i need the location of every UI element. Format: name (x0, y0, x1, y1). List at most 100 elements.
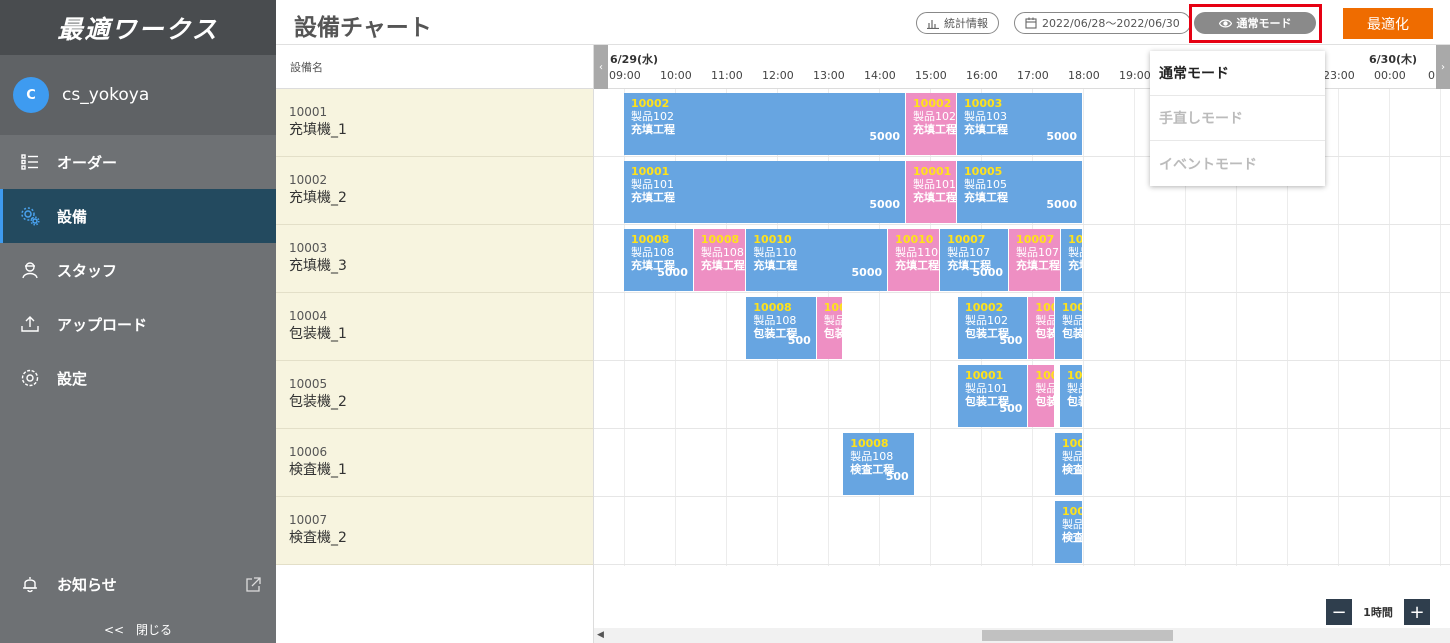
gear-icon (20, 206, 40, 226)
page-title: 設備チャート (294, 15, 432, 41)
schedule-block[interactable]: 10001 製品101 包装工程 500 (958, 365, 1028, 427)
schedule-block[interactable]: 10002 製品102 包装工程 500 (958, 297, 1028, 359)
hour-label: 14:00 (864, 69, 896, 82)
optimize-button[interactable]: 最適化 (1343, 8, 1433, 39)
machine-row[interactable]: 10003 充填機_3 (276, 225, 593, 293)
mode-option-normal[interactable]: 通常モード (1150, 51, 1325, 96)
block-product: 製品108 (631, 246, 674, 259)
block-step: 充填工程 (631, 123, 675, 136)
block-order: 10005 (1067, 369, 1082, 382)
horizontal-scrollbar[interactable]: ◀ (594, 628, 1450, 643)
schedule-block[interactable]: 10001 製品101 充填工程 (906, 161, 957, 223)
schedule-block[interactable]: 10002製品102包装工程 (1028, 297, 1054, 359)
schedule-block[interactable]: 10001 製品101 充填工程 5000 (624, 161, 906, 223)
machine-id: 10004 (289, 309, 328, 323)
schedule-block[interactable]: 10007 製品107 充填工程 (1009, 229, 1061, 291)
machine-row[interactable]: 10007 検査機_2 (276, 497, 593, 565)
sidebar-item-label: アップロード (57, 315, 148, 334)
hour-label: 23:00 (1323, 69, 1355, 82)
schedule-block[interactable]: 10007 製品107 充填工程 5000 (940, 229, 1009, 291)
block-quantity: 5000 (1046, 130, 1077, 143)
block-product: 製品110 (753, 246, 797, 259)
date-label: 6/29(水) (610, 53, 659, 66)
avatar[interactable]: C (13, 77, 49, 113)
settings-icon (20, 368, 40, 388)
hour-label: 17:00 (1017, 69, 1049, 82)
schedule-block[interactable]: 10008製品108包装工程 (816, 297, 843, 359)
block-step: 充填工程 (895, 259, 940, 272)
schedule-block[interactable]: 10003 製品103 充填工程 5000 (957, 93, 1082, 155)
zoom-in-button[interactable]: + (1404, 599, 1430, 625)
sidebar-item-notice[interactable]: お知らせ (0, 557, 276, 611)
sidebar-item-equipment[interactable]: 設備 (0, 189, 276, 243)
collapse-sidebar-button[interactable]: << 閉じる (0, 615, 276, 643)
block-step: 充填工程 (700, 259, 745, 272)
machine-id: 10001 (289, 105, 328, 119)
schedule-block[interactable]: 10002 製品102 充填工程 (906, 93, 957, 155)
machine-name: 包装機_2 (289, 394, 347, 410)
machine-name: 検査機_2 (289, 530, 347, 546)
mode-button[interactable]: 通常モード (1194, 12, 1316, 34)
block-order: 10001 (1035, 369, 1054, 382)
schedule-block[interactable]: 10002 製品102 充填工程 5000 (624, 93, 906, 155)
block-step: 検査工程 (1061, 463, 1082, 476)
scroll-left-arrow[interactable]: ‹ (594, 45, 608, 89)
block-product: 製品108 (700, 246, 744, 259)
schedule-block[interactable]: 10005 製品105 充填工程 5000 (957, 161, 1082, 223)
sidebar-item-order[interactable]: オーダー (0, 135, 276, 189)
block-order: 10002 (631, 97, 670, 110)
schedule-block[interactable]: 10008 製品108 検査工程 500 (843, 433, 914, 495)
block-quantity: 5000 (869, 130, 901, 143)
machine-name: 検査機_1 (289, 462, 347, 478)
grid-hline (594, 292, 1450, 293)
grid-hline (594, 224, 1450, 225)
external-link-icon[interactable] (244, 576, 262, 598)
mode-option-event[interactable]: イベントモード (1150, 141, 1325, 186)
scroll-left-arrow-small[interactable]: ◀ (597, 630, 604, 640)
zoom-out-button[interactable]: − (1326, 599, 1352, 625)
hour-label: 00:00 (1374, 69, 1406, 82)
sidebar-item-upload[interactable]: アップロード (0, 297, 276, 351)
machine-name: 充填機_1 (289, 122, 347, 138)
machine-row[interactable]: 10004 包装機_1 (276, 293, 593, 361)
hour-label: 19:00 (1119, 69, 1151, 82)
block-product: 製品102 (965, 314, 1009, 327)
sidebar-item-settings[interactable]: 設定 (0, 351, 276, 405)
schedule-block[interactable]: 10005製品105包装工程 (1060, 365, 1082, 427)
schedule-block[interactable]: 10008 製品108 充填工程 (693, 229, 746, 291)
grid-vline (1083, 89, 1084, 566)
machine-row[interactable]: 10005 包装機_2 (276, 361, 593, 429)
scroll-right-arrow[interactable]: › (1436, 45, 1450, 89)
schedule-block[interactable]: 10009製品109充填工程 (1061, 229, 1082, 291)
block-product: 製品102 (1035, 314, 1054, 327)
sidebar-item-label: オーダー (57, 153, 118, 172)
hour-label: 09:00 (609, 69, 641, 82)
block-step: 検査工程 (1061, 531, 1082, 544)
stats-button[interactable]: 統計情報 (916, 12, 999, 34)
block-order: 10001 (965, 369, 1004, 382)
app-logo[interactable]: 最適ワークス (57, 10, 218, 46)
block-order: 10005 (964, 165, 1003, 178)
sidebar-item-staff[interactable]: スタッフ (0, 243, 276, 297)
machine-name: 充填機_3 (289, 258, 347, 274)
schedule-block[interactable]: 10010 製品110 充填工程 (888, 229, 940, 291)
machine-row[interactable]: 10006 検査機_1 (276, 429, 593, 497)
scrollbar-thumb[interactable] (982, 630, 1173, 641)
schedule-block[interactable]: 10002製品102検査工程 (1054, 433, 1082, 495)
schedule-block[interactable]: 10001製品101包装工程 (1028, 365, 1054, 427)
mode-option-rework[interactable]: 手直しモード (1150, 96, 1325, 141)
user-bar: C cs_yokoya (0, 55, 276, 135)
block-step: 充填工程 (1068, 259, 1082, 272)
upload-icon (20, 314, 40, 334)
machine-row[interactable]: 10001 充填機_1 (276, 89, 593, 157)
schedule-block[interactable]: 10008 製品108 包装工程 500 (746, 297, 816, 359)
grid-hline (594, 496, 1450, 497)
machine-row[interactable]: 10002 充填機_2 (276, 157, 593, 225)
schedule-block[interactable]: 10010 製品110 充填工程 5000 (746, 229, 888, 291)
schedule-block[interactable]: 10001製品101検査工程 (1054, 501, 1082, 563)
block-order: 10010 (1061, 301, 1082, 314)
schedule-block[interactable]: 10010製品110包装工程 (1054, 297, 1082, 359)
date-range-button[interactable]: 2022/06/28〜2022/06/30 (1014, 12, 1191, 34)
schedule-block[interactable]: 10008 製品108 充填工程 5000 (624, 229, 693, 291)
block-order: 10002 (965, 301, 1004, 314)
